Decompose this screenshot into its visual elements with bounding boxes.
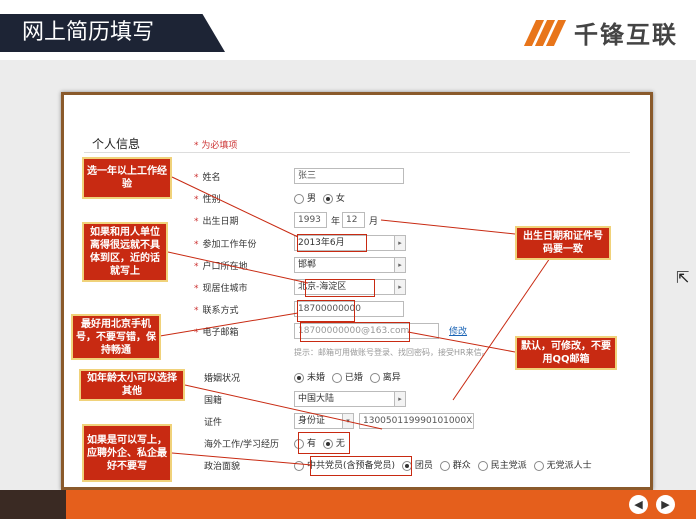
abroad-label: 海外工作/学习经历 [204, 440, 280, 450]
chevron-right-icon: ▸ [394, 280, 405, 294]
next-slide-button[interactable]: ▶ [656, 495, 675, 514]
political-league-label: 团员 [414, 461, 433, 471]
gender-female-label: 女 [335, 194, 345, 204]
marital-label: 婚姻状况 [204, 374, 241, 384]
gender-female-radio[interactable] [322, 193, 333, 204]
email-edit-link[interactable]: 修改 [449, 324, 467, 337]
left-arrow-icon: ◀ [634, 498, 643, 511]
slide-title: 网上简历填写 [0, 14, 225, 52]
nation-label: 国籍 [204, 396, 223, 406]
mouse-cursor-icon: ⇱ [676, 268, 690, 287]
callout-political: 如果是可以写上，应聘外企、私企最好不要写 [82, 424, 172, 482]
top-bar: 网上简历填写 千锋互联 [0, 0, 696, 60]
marital-single-radio[interactable] [294, 372, 304, 383]
name-input[interactable]: 张三 [294, 168, 404, 184]
political-party-radio[interactable] [294, 460, 304, 471]
birth-label: * 出生日期 [194, 217, 239, 227]
name-label: * 姓名 [194, 173, 221, 183]
callout-phone: 最好用北京手机号，不要写错，保持畅通 [71, 314, 161, 360]
political-none-label: 无党派人士 [546, 461, 592, 471]
abroad-highlight [298, 432, 350, 454]
chevron-right-icon: ▸ [394, 392, 405, 406]
nation-select[interactable]: 中国大陆 ▸ [294, 391, 406, 407]
gender-label: * 性别 [194, 195, 221, 205]
id-label: 证件 [204, 418, 223, 428]
phone-label: * 联系方式 [194, 306, 239, 316]
bottom-bar: ◀ ▶ [0, 490, 696, 519]
marital-divorced-radio[interactable] [369, 372, 380, 383]
section-title: 个人信息 [92, 137, 141, 151]
birth-month-input[interactable]: 12 [342, 212, 365, 228]
id-number-input[interactable]: 130050119990101000X [359, 413, 474, 429]
political-mass-radio[interactable] [439, 460, 450, 471]
marital-radio-group: 未婚 已婚 离异 [294, 370, 405, 383]
gender-radio-group: 男 女 [294, 191, 349, 204]
bottom-strip [66, 490, 696, 519]
workstart-label: * 参加工作年份 [194, 240, 257, 250]
callout-work-year: 选一年以上工作经验 [82, 157, 172, 199]
id-type-select[interactable]: 身份证 ▾ [294, 413, 354, 429]
company-logo: 千锋互联 [523, 16, 678, 49]
political-label: 政治面貌 [204, 462, 241, 472]
hukou-select[interactable]: 邯郸 ▸ [294, 257, 406, 273]
birth-month-unit: 月 [369, 217, 379, 227]
marital-married-label: 已婚 [344, 373, 363, 383]
gender-male-radio[interactable] [294, 193, 304, 204]
callout-city: 如果和用人单位离得很远就不具体到区，近的话就写上 [82, 222, 168, 282]
required-note: * 为必填项 [194, 141, 238, 151]
chevron-down-icon: ▾ [342, 414, 353, 428]
email-highlight [300, 322, 410, 342]
workstart-highlight [297, 234, 367, 252]
callout-email: 默认，可修改，不要用QQ邮箱 [515, 336, 617, 370]
city-label: * 现居住城市 [194, 284, 248, 294]
chevron-right-icon: ▸ [394, 258, 405, 272]
phone-highlight [297, 300, 355, 322]
birth-year-input[interactable]: 1993 [294, 212, 327, 228]
logo-mark-icon [523, 18, 568, 46]
email-label: * 电子邮箱 [194, 328, 239, 338]
birth-year-unit: 年 [331, 217, 341, 227]
logo-text: 千锋互联 [574, 20, 678, 49]
marital-married-radio[interactable] [331, 372, 342, 383]
city-highlight [305, 279, 375, 297]
prev-slide-button[interactable]: ◀ [629, 495, 648, 514]
email-hint: 提示：邮箱可用做账号登录、找回密码，接受HR来信。 [294, 348, 490, 357]
political-none-radio[interactable] [533, 460, 544, 471]
divider [84, 152, 630, 153]
hukou-label: * 户口所在地 [194, 262, 248, 272]
political-highlight [310, 456, 412, 476]
bottom-left-block [0, 490, 66, 519]
marital-divorced-label: 离异 [382, 373, 401, 383]
marital-single-label: 未婚 [307, 373, 326, 383]
right-arrow-icon: ▶ [661, 498, 670, 511]
callout-birth: 出生日期和证件号码要一致 [515, 226, 611, 260]
political-mass-label: 群众 [452, 461, 471, 471]
gender-male-label: 男 [307, 194, 317, 204]
political-democratic-label: 民主党派 [490, 461, 527, 471]
political-democratic-radio[interactable] [477, 460, 488, 471]
callout-age: 如年龄太小可以选择其他 [79, 369, 185, 401]
chevron-right-icon: ▸ [394, 236, 405, 250]
